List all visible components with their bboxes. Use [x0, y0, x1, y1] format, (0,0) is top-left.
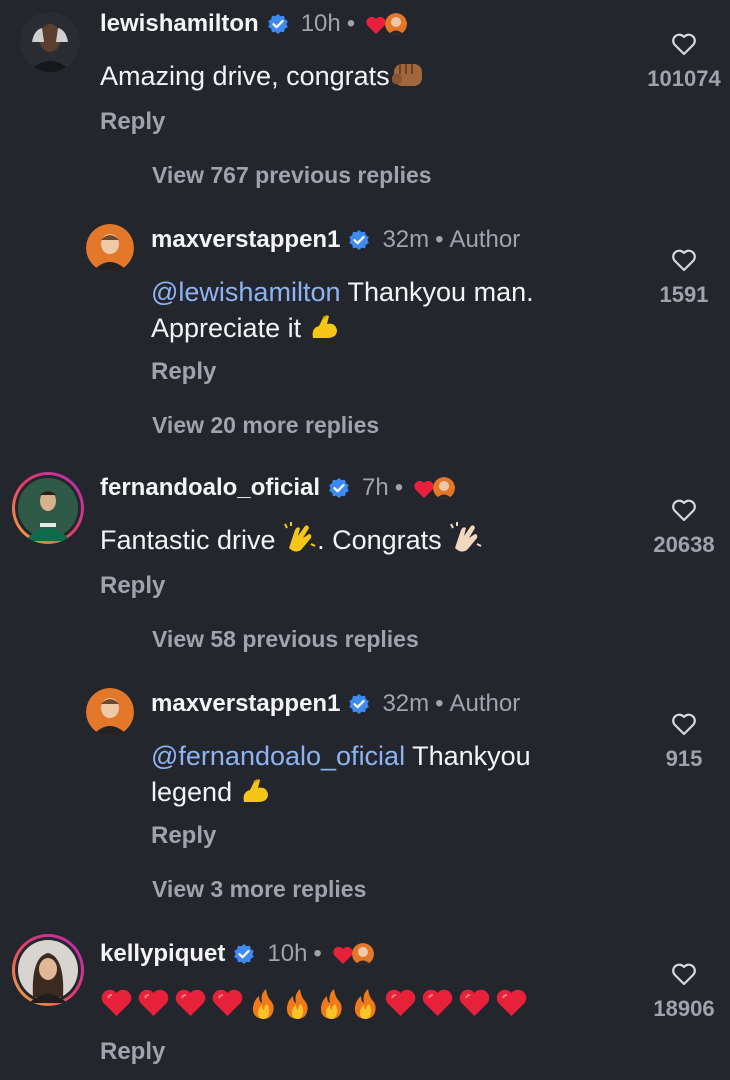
- username[interactable]: lewishamilton: [100, 10, 259, 38]
- red-heart-emoji-icon: [137, 988, 170, 1020]
- like-column: 915: [624, 712, 730, 772]
- like-column: 18906: [624, 962, 730, 1022]
- waving-hand-emoji-icon: [449, 522, 483, 554]
- comment-header: fernandoalo_oficial 7h •: [100, 474, 456, 502]
- view-replies-link[interactable]: View 3 more replies: [152, 876, 366, 903]
- liked-by-author-heart-icon: [332, 944, 354, 964]
- mention-link[interactable]: @lewishamilton: [151, 277, 340, 307]
- comment-kellypiquet: kellypiquet 10h • Reply 18906: [0, 926, 730, 1080]
- timestamp: 10h: [267, 940, 308, 967]
- fire-emoji-icon: [282, 988, 312, 1020]
- like-count: 101074: [647, 66, 721, 91]
- comment-emoji-text: [100, 988, 528, 1020]
- author-label: Author: [449, 690, 521, 717]
- verified-badge-icon: [233, 943, 255, 965]
- username[interactable]: maxverstappen1: [151, 690, 340, 718]
- username[interactable]: kellypiquet: [100, 940, 225, 968]
- separator-dot: •: [435, 690, 444, 717]
- like-column: 101074: [624, 32, 730, 92]
- comment-header: maxverstappen1 32m • Author: [151, 226, 520, 254]
- username[interactable]: fernandoalo_oficial: [100, 474, 320, 502]
- fire-emoji-icon: [248, 988, 278, 1020]
- liked-by-author-heart-icon: [413, 478, 435, 498]
- red-heart-emoji-icon: [458, 988, 491, 1020]
- separator-dot: •: [435, 226, 444, 253]
- reply-button[interactable]: Reply: [100, 572, 165, 600]
- comment-text: Amazing drive, congrats: [100, 58, 426, 94]
- comment-text: @fernandoalo_oficial Thankyou legend: [151, 741, 531, 807]
- fire-emoji-icon: [350, 988, 380, 1020]
- fist-bump-emoji-icon: [390, 58, 426, 90]
- author-mini-avatar-icon: [351, 943, 374, 965]
- comment-header: kellypiquet 10h •: [100, 940, 374, 968]
- avatar[interactable]: [86, 688, 134, 736]
- timestamp: 32m: [382, 226, 430, 253]
- view-replies-link[interactable]: View 20 more replies: [152, 412, 379, 439]
- liked-by-author-heart-icon: [365, 14, 387, 34]
- timestamp: 32m: [382, 690, 430, 717]
- separator-dot: •: [313, 940, 322, 967]
- reply-maxverstappen1: maxverstappen1 32m • Author @fernandoalo…: [0, 674, 730, 909]
- reply-button[interactable]: Reply: [151, 822, 216, 850]
- view-replies-link[interactable]: View 767 previous replies: [152, 162, 432, 189]
- comment-lewishamilton: lewishamilton 10h • Amazing drive, congr…: [0, 0, 730, 200]
- comment-header: lewishamilton 10h •: [100, 10, 408, 38]
- like-count: 18906: [653, 996, 715, 1021]
- reply-maxverstappen1: maxverstappen1 32m • Author @lewishamilt…: [0, 210, 730, 445]
- flexed-biceps-emoji-icon: [309, 310, 341, 342]
- verified-badge-icon: [348, 229, 370, 251]
- author-label: Author: [449, 226, 521, 253]
- separator-dot: •: [346, 10, 356, 37]
- timestamp: 7h: [362, 474, 389, 501]
- like-count: 20638: [653, 532, 715, 557]
- heart-outline-icon[interactable]: [671, 712, 697, 736]
- mention-link[interactable]: @fernandoalo_oficial: [151, 741, 405, 771]
- comment-header: maxverstappen1 32m • Author: [151, 690, 520, 718]
- heart-outline-icon[interactable]: [671, 962, 697, 986]
- avatar[interactable]: [20, 12, 80, 72]
- avatar-with-story-ring[interactable]: [12, 934, 84, 1006]
- avatar[interactable]: [86, 224, 134, 272]
- comment-text: Fantastic drive . Congrats: [100, 522, 483, 558]
- author-mini-avatar-icon: [433, 477, 456, 499]
- heart-outline-icon[interactable]: [671, 498, 697, 522]
- view-replies-link[interactable]: View 58 previous replies: [152, 626, 419, 653]
- red-heart-emoji-icon: [384, 988, 417, 1020]
- comment-text: @lewishamilton Thankyou man. Appreciate …: [151, 277, 534, 343]
- red-heart-emoji-icon: [100, 988, 133, 1020]
- reply-button[interactable]: Reply: [100, 1038, 165, 1066]
- reply-button[interactable]: Reply: [151, 358, 216, 386]
- verified-badge-icon: [328, 477, 350, 499]
- reply-button[interactable]: Reply: [100, 108, 165, 136]
- author-mini-avatar-icon: [385, 13, 408, 35]
- comment-fernandoalo-oficial: fernandoalo_oficial 7h • Fantastic drive…: [0, 462, 730, 662]
- red-heart-emoji-icon: [174, 988, 207, 1020]
- username[interactable]: maxverstappen1: [151, 226, 340, 254]
- clapping-hands-emoji-icon: [283, 522, 317, 554]
- heart-outline-icon[interactable]: [671, 248, 697, 272]
- timestamp: 10h: [300, 10, 341, 37]
- heart-outline-icon[interactable]: [671, 32, 697, 56]
- verified-badge-icon: [267, 13, 289, 35]
- separator-dot: •: [394, 474, 404, 501]
- red-heart-emoji-icon: [421, 988, 454, 1020]
- verified-badge-icon: [348, 693, 370, 715]
- flexed-biceps-emoji-icon: [240, 774, 272, 806]
- like-column: 20638: [624, 498, 730, 558]
- like-count: 915: [665, 746, 703, 771]
- like-column: 1591: [624, 248, 730, 308]
- like-count: 1591: [659, 282, 709, 307]
- red-heart-emoji-icon: [211, 988, 244, 1020]
- avatar-with-story-ring[interactable]: [12, 472, 84, 544]
- red-heart-emoji-icon: [495, 988, 528, 1020]
- fire-emoji-icon: [316, 988, 346, 1020]
